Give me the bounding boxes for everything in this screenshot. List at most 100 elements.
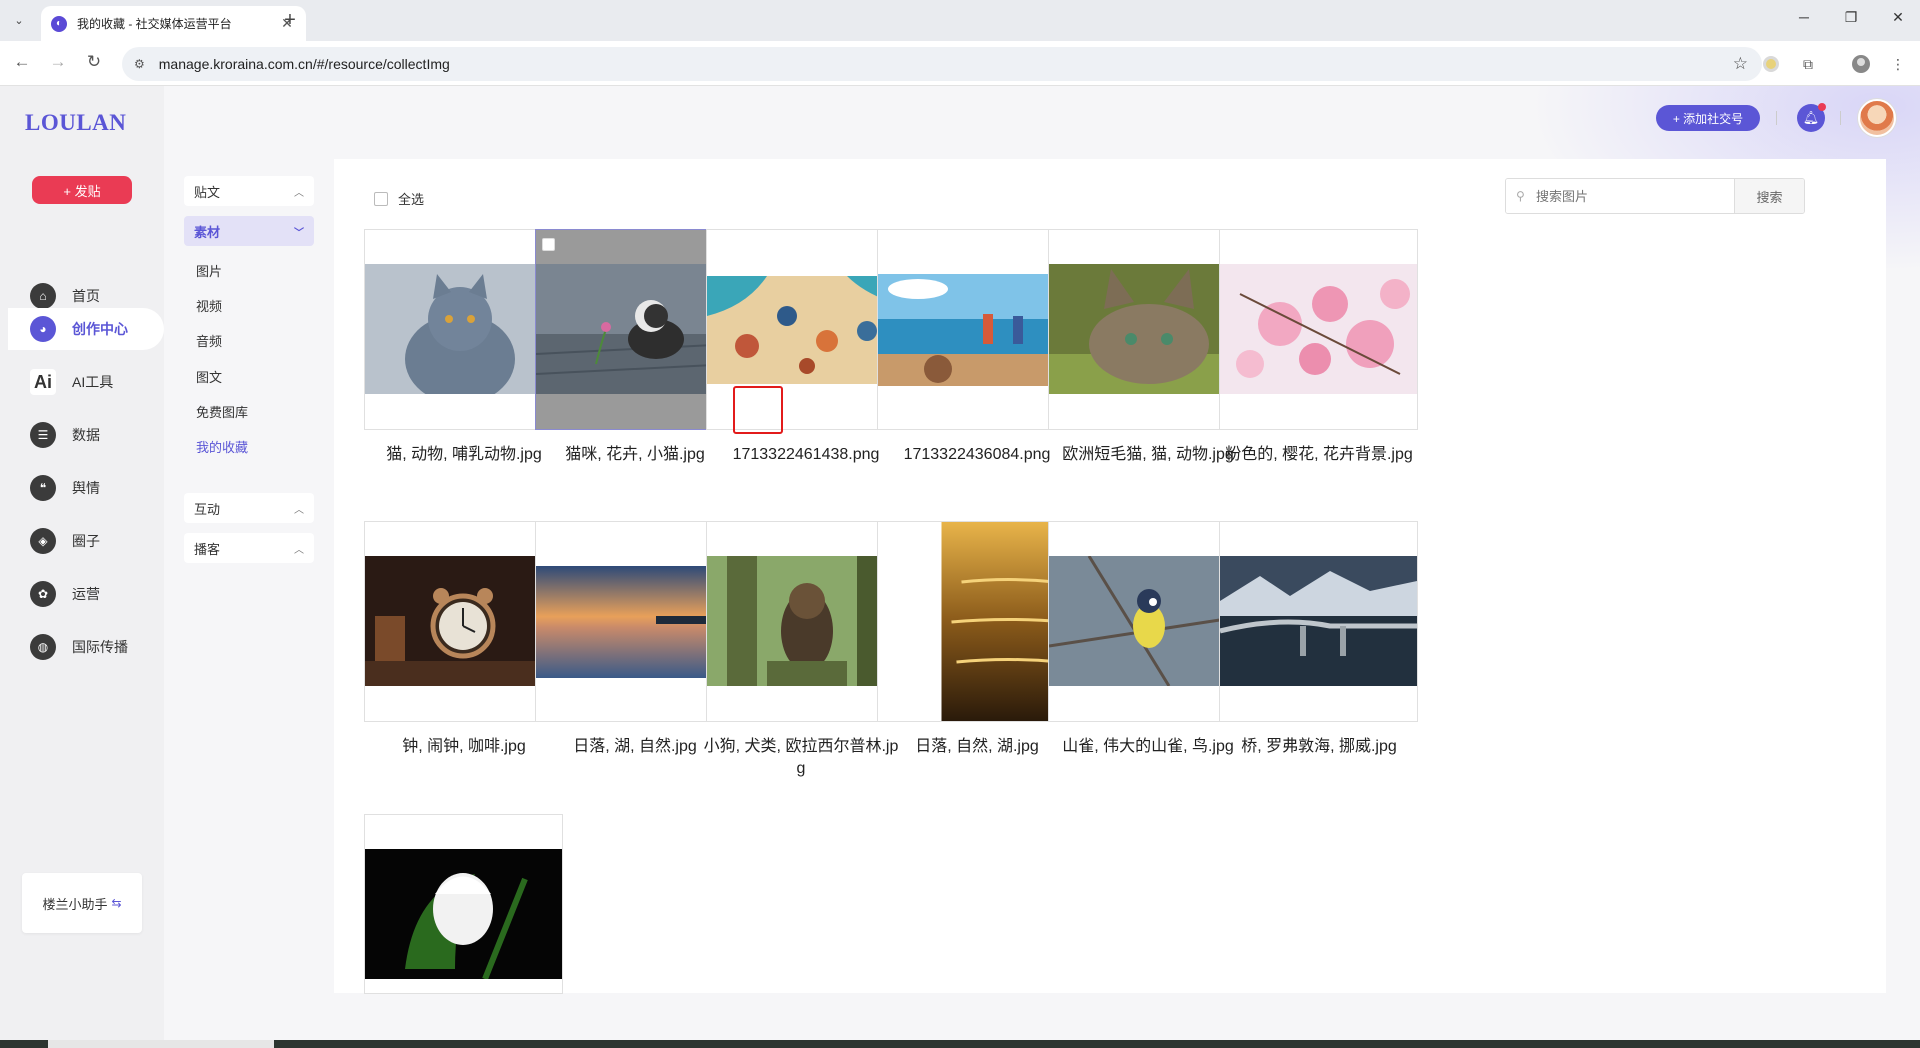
submenu-group-assets[interactable]: 素材 ﹀	[184, 216, 314, 246]
image-thumbnail	[365, 849, 562, 979]
image-card[interactable]	[364, 229, 563, 430]
search-button[interactable]: 搜索	[1734, 179, 1804, 213]
browser-toolbar: ← → ↻ ⚙ manage.kroraina.com.cn/#/resourc…	[0, 41, 1920, 86]
favorites-panel: 全选 ⚲ 搜索 ★ ⤢	[334, 159, 1886, 994]
image-thumbnail	[365, 264, 562, 394]
image-thumbnail	[536, 566, 733, 678]
address-bar[interactable]: ⚙ manage.kroraina.com.cn/#/resource/coll…	[122, 47, 1762, 81]
nav-item-international[interactable]: ◍ 国际传播	[0, 626, 164, 668]
user-avatar[interactable]	[1858, 99, 1896, 137]
app-sidebar: LOULAN + 发贴 ⌂ 首页 ◕ 创作中心 Ai AI工具 ☰ 数据 ❝ 舆…	[0, 86, 164, 1048]
submenu-group-label: 播客	[194, 541, 221, 557]
image-caption: 桥, 罗弗敦海, 挪威.jpg	[1241, 738, 1397, 755]
swap-icon: ⇆	[111, 896, 122, 910]
compass-icon: ◈	[30, 528, 56, 554]
image-thumbnail	[707, 276, 904, 384]
nav-item-data[interactable]: ☰ 数据	[0, 414, 164, 456]
window-minimize-icon[interactable]: ─	[1789, 9, 1819, 25]
nav-label: 运营	[72, 586, 100, 602]
image-caption: 小狗, 犬类, 欧拉西尔普林.jpg	[703, 738, 899, 777]
image-card[interactable]	[877, 229, 1076, 430]
search-input[interactable]	[1506, 179, 1734, 213]
submenu-group-label: 贴文	[194, 184, 221, 200]
browser-tabbar: ⌄ ◐ 我的收藏 - 社交媒体运营平台 ✕ + ─ ❐ ✕	[0, 0, 1920, 41]
search-icon: ⚲	[1516, 189, 1525, 203]
site-info-icon[interactable]: ⚙	[134, 57, 145, 71]
nav-item-sentiment[interactable]: ❝ 舆情	[0, 467, 164, 509]
select-all-checkbox[interactable]	[374, 191, 388, 206]
image-card[interactable]	[364, 521, 563, 722]
submenu-item-image-text[interactable]: 图文	[196, 367, 222, 386]
select-all-control[interactable]: 全选	[374, 189, 424, 208]
site-favicon-icon: ◐	[51, 15, 67, 32]
os-taskbar	[0, 1040, 1920, 1048]
image-card[interactable]	[877, 521, 1076, 722]
bookmark-star-icon[interactable]: ☆	[1733, 54, 1748, 74]
submenu-group-posts[interactable]: 贴文 ︿	[184, 176, 314, 206]
window-close-icon[interactable]: ✕	[1883, 9, 1913, 26]
annotation-highlight-box	[733, 386, 783, 434]
chevron-up-icon: ︿	[294, 187, 304, 199]
nav-item-operations[interactable]: ✿ 运营	[0, 573, 164, 615]
extensions-puzzle-icon[interactable]: ⧉	[1797, 53, 1819, 75]
submenu-group-label: 素材	[194, 224, 221, 240]
image-search: ⚲ 搜索	[1505, 178, 1805, 214]
submenu-item-my-favorites[interactable]: 我的收藏	[196, 437, 248, 456]
image-thumbnail	[1220, 556, 1417, 686]
new-tab-button[interactable]: +	[278, 9, 302, 31]
submenu-group-label: 互动	[194, 501, 221, 517]
image-thumbnail	[1049, 264, 1246, 394]
back-icon[interactable]: ←	[10, 52, 34, 72]
assistant-widget[interactable]: 楼兰小助手 ⇆	[22, 873, 142, 933]
browser-tab-active[interactable]: ◐ 我的收藏 - 社交媒体运营平台 ✕	[41, 6, 306, 41]
submenu-item-audio[interactable]: 音频	[196, 331, 222, 350]
chevron-up-icon: ︿	[294, 544, 304, 556]
extension-circle-icon[interactable]	[1760, 53, 1782, 75]
submenu-item-videos[interactable]: 视频	[196, 296, 222, 315]
nav-label: AI工具	[72, 374, 114, 390]
create-post-button[interactable]: + 发贴	[32, 176, 132, 204]
image-card[interactable]	[535, 521, 734, 722]
submenu-item-free-gallery[interactable]: 免费图库	[196, 402, 248, 421]
image-card[interactable]	[1048, 229, 1247, 430]
divider	[1840, 111, 1841, 125]
image-card-hovered[interactable]: ★ ⤢	[535, 229, 734, 430]
nav-label: 国际传播	[72, 639, 128, 655]
nav-label: 舆情	[72, 480, 100, 496]
url-text: manage.kroraina.com.cn/#/resource/collec…	[158, 56, 450, 72]
tab-list-dropdown-icon[interactable]: ⌄	[8, 9, 30, 31]
browser-menu-icon[interactable]: ⋮	[1887, 53, 1909, 75]
nav-item-ai-tools[interactable]: Ai AI工具	[0, 361, 164, 403]
profile-icon[interactable]	[1850, 53, 1872, 75]
home-icon: ⌂	[30, 283, 56, 309]
image-thumbnail	[878, 274, 1075, 386]
submenu-item-images[interactable]: 图片	[196, 261, 222, 280]
window-restore-icon[interactable]: ❐	[1836, 9, 1866, 26]
image-caption: 粉色的, 樱花, 花卉背景.jpg	[1225, 446, 1413, 463]
reload-icon[interactable]: ↻	[82, 52, 106, 72]
nav-item-creation-center[interactable]: ◕ 创作中心	[8, 308, 164, 350]
chevron-up-icon: ︿	[294, 504, 304, 516]
taskbar-item[interactable]	[48, 1040, 274, 1048]
card-checkbox[interactable]	[542, 238, 555, 251]
palette-icon: ◕	[30, 316, 56, 342]
image-card[interactable]	[1219, 229, 1418, 430]
nav-item-circle[interactable]: ◈ 圈子	[0, 520, 164, 562]
image-thumbnail	[536, 264, 733, 394]
divider	[1776, 111, 1777, 125]
image-card[interactable]	[1219, 521, 1418, 722]
image-thumbnail	[1049, 556, 1246, 686]
image-thumbnail	[707, 556, 904, 686]
submenu-group-interaction[interactable]: 互动 ︿	[184, 493, 314, 523]
globe-icon: ◍	[30, 634, 56, 660]
image-card[interactable]	[1048, 521, 1247, 722]
nav-label: 圈子	[72, 533, 100, 549]
image-thumbnail	[1220, 264, 1417, 394]
app-logo[interactable]: LOULAN	[25, 110, 126, 136]
submenu-group-podcast[interactable]: 播客 ︿	[184, 533, 314, 563]
tab-title: 我的收藏 - 社交媒体运营平台	[77, 17, 232, 31]
add-social-account-button[interactable]: + 添加社交号	[1656, 105, 1760, 131]
forward-icon[interactable]: →	[46, 52, 70, 72]
image-card[interactable]	[364, 814, 563, 994]
image-card[interactable]	[706, 521, 905, 722]
